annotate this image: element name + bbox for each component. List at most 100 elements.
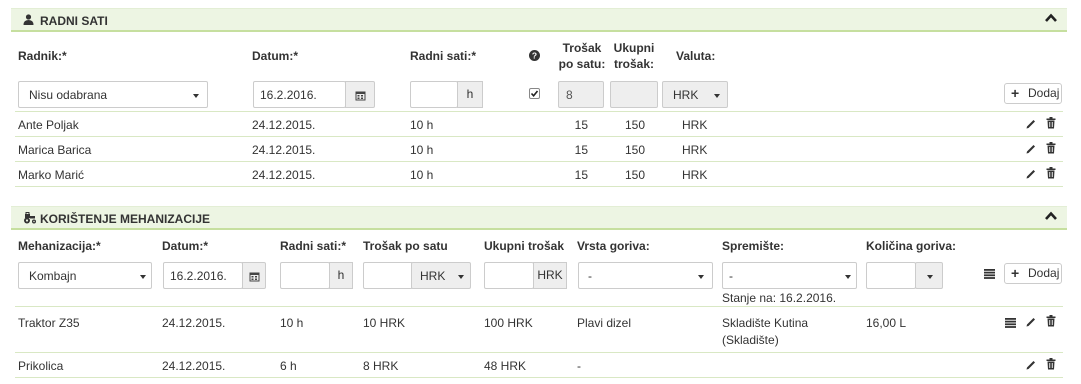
cell-datum: 24.12.2015. — [162, 359, 226, 373]
radni-sati-input[interactable] — [410, 81, 458, 108]
ukupni-currency-addon: HRK — [533, 262, 567, 289]
cell-trosak: 10 HRK — [363, 316, 406, 330]
chevron-up-icon[interactable] — [1044, 209, 1058, 223]
datum-input[interactable]: 16.2.2016. — [163, 262, 243, 289]
calendar-button[interactable] — [345, 81, 375, 108]
radnik-select[interactable]: Nisu odabrana — [18, 81, 208, 108]
radni-sati-section-header[interactable]: RADNI SATI — [11, 8, 1067, 32]
dodaj-radni-sati-button[interactable]: + Dodaj — [1004, 83, 1062, 104]
datum-input[interactable]: 16.2.2016. — [253, 81, 346, 108]
calendar-icon — [355, 91, 365, 101]
caret-down-icon — [458, 275, 464, 279]
stanje-na-text: Stanje na: 16.2.2016. — [722, 291, 837, 305]
cell-datum: 24.12.2015. — [162, 316, 226, 330]
ukupni-trosak-input[interactable] — [484, 262, 534, 289]
cell-ukupni: 150 — [624, 118, 645, 132]
mehanizacija-select[interactable]: Kombajn — [18, 262, 152, 289]
section-title: RADNI SATI — [40, 14, 108, 28]
header-trosak-line1: Trošak — [562, 41, 602, 55]
list-icon[interactable] — [984, 268, 995, 279]
cell-radnik: Marica Barica — [18, 143, 92, 157]
tractor-icon — [23, 212, 37, 227]
cell-spremiste-line2: (Skladište) — [722, 333, 779, 347]
mehanizacija-section-header[interactable]: KORIŠTENJE MEHANIZACIJE — [11, 206, 1067, 230]
cell-trosak: 15 — [574, 168, 588, 182]
list-icon[interactable] — [1005, 317, 1016, 328]
valuta-select-value: HRK — [673, 88, 699, 102]
datum-input-value: 16.2.2016. — [260, 88, 317, 102]
plus-icon: + — [1011, 265, 1020, 281]
caret-down-icon — [193, 94, 199, 98]
valuta-select[interactable]: HRK — [662, 81, 728, 108]
dodaj-label: Dodaj — [1028, 266, 1060, 280]
datum-input-value: 16.2.2016. — [170, 269, 227, 283]
cell-trosak: 8 HRK — [363, 359, 399, 373]
cell-mehanizacija: Traktor Z35 — [18, 316, 80, 330]
ukupni-trosak-input[interactable] — [610, 81, 658, 108]
kolicina-unit-select[interactable] — [915, 262, 943, 289]
trash-icon[interactable] — [1046, 142, 1056, 154]
kolicina-goriva-input[interactable] — [866, 262, 916, 289]
header-ukupni-line2: trošak: — [613, 57, 654, 71]
cell-valuta: HRK — [682, 168, 708, 182]
section-title: KORIŠTENJE MEHANIZACIJE — [40, 212, 211, 226]
header-kolicina-goriva: Količina goriva: — [866, 239, 957, 253]
radni-sati-input[interactable] — [280, 262, 330, 289]
cell-datum: 24.12.2015. — [252, 118, 316, 132]
header-mehanizacija: Mehanizacija:* — [18, 239, 101, 253]
header-spremiste: Spremište: — [722, 239, 785, 253]
sati-unit-addon: h — [457, 81, 483, 108]
vrsta-goriva-value: - — [588, 269, 592, 283]
trosak-po-satu-input[interactable] — [363, 262, 413, 289]
cell-kolicina: 16,00 L — [866, 316, 907, 330]
chevron-up-icon[interactable] — [1044, 11, 1058, 25]
dodaj-mehanizacija-button[interactable]: + Dodaj — [1004, 263, 1062, 284]
header-valuta: Valuta: — [676, 49, 716, 63]
sati-unit-addon: h — [329, 262, 353, 289]
header-radni-sati: Radni sati:* — [280, 239, 347, 253]
trosak-po-satu-input[interactable]: 8 — [558, 81, 604, 108]
caret-down-icon — [927, 275, 933, 279]
cell-sati: 10 h — [410, 168, 434, 182]
calendar-icon — [249, 272, 259, 282]
cell-gorivo: - — [577, 359, 581, 373]
checkbox[interactable] — [529, 88, 540, 99]
question-circle-icon[interactable]: ? — [529, 50, 540, 64]
cell-valuta: HRK — [682, 118, 708, 132]
cell-mehanizacija: Prikolica — [18, 359, 64, 373]
trash-icon[interactable] — [1046, 117, 1056, 129]
header-trosak-po-satu: Trošak po satu: — [558, 40, 606, 72]
cell-trosak: 15 — [574, 143, 588, 157]
caret-down-icon — [845, 275, 851, 279]
header-datum: Datum:* — [252, 49, 299, 63]
mehanizacija-select-value: Kombajn — [29, 269, 77, 283]
pencil-icon[interactable] — [1025, 143, 1037, 155]
cell-radnik: Ante Poljak — [18, 118, 79, 132]
pencil-icon[interactable] — [1025, 118, 1037, 130]
table-row: Marica Barica 24.12.2015. 10 h 15 150 HR… — [15, 137, 1063, 162]
trash-icon[interactable] — [1046, 315, 1056, 327]
cell-valuta: HRK — [682, 143, 708, 157]
calendar-button[interactable] — [242, 262, 266, 289]
pencil-icon[interactable] — [1025, 359, 1037, 371]
trosak-currency-select[interactable]: HRK — [411, 262, 471, 289]
spremiste-value: - — [729, 269, 733, 283]
dodaj-label: Dodaj — [1028, 86, 1060, 100]
pencil-icon[interactable] — [1025, 168, 1037, 180]
user-icon — [23, 14, 34, 28]
spremiste-select[interactable]: - — [722, 262, 857, 289]
header-vrsta-goriva: Vrsta goriva: — [577, 239, 650, 253]
check-icon — [530, 90, 539, 98]
header-trosak-po-satu: Trošak po satu — [363, 239, 448, 253]
cell-sati: 10 h — [410, 118, 434, 132]
caret-down-icon — [140, 275, 146, 279]
trash-icon[interactable] — [1046, 358, 1056, 370]
header-trosak-line2: po satu: — [558, 57, 606, 71]
cell-radnik: Marko Marić — [18, 168, 85, 182]
vrsta-goriva-select[interactable]: - — [578, 262, 713, 289]
trash-icon[interactable] — [1046, 167, 1056, 179]
trosak-currency-value: HRK — [420, 269, 446, 283]
trosak-po-satu-value: 8 — [566, 88, 573, 102]
pencil-icon[interactable] — [1025, 316, 1037, 328]
caret-down-icon — [714, 94, 720, 98]
